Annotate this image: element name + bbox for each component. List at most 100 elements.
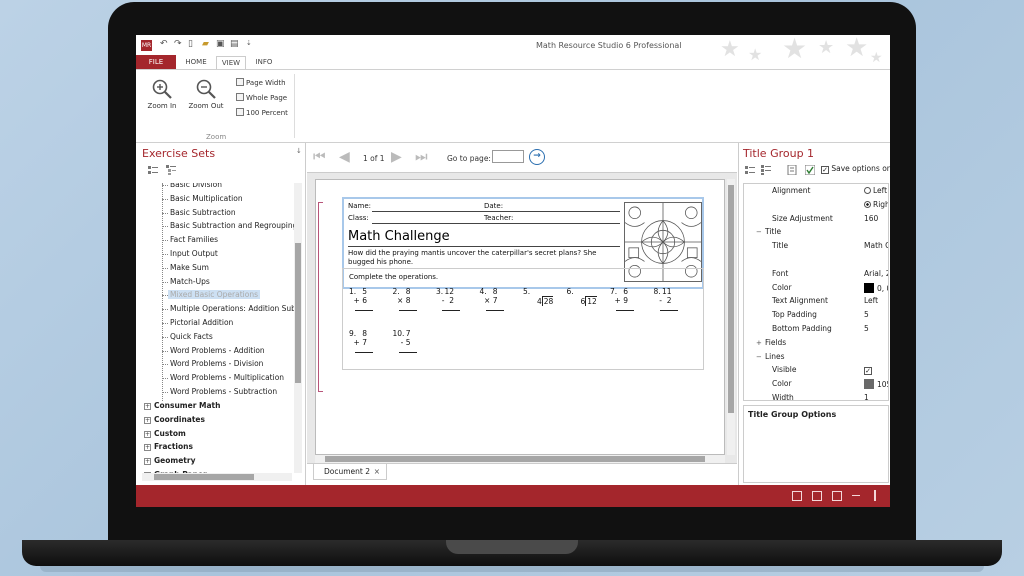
- tree-item[interactable]: Word Problems - Subtraction: [170, 387, 277, 396]
- tree-category[interactable]: + Consumer Math: [144, 401, 220, 410]
- goto-page-input[interactable]: [492, 150, 524, 163]
- last-page-icon[interactable]: ⏭: [415, 149, 428, 165]
- redo-icon[interactable]: ↷: [174, 39, 182, 49]
- property-value[interactable]: Left: [864, 296, 878, 305]
- property-value[interactable]: 5: [864, 310, 869, 319]
- collapse-all-icon[interactable]: [166, 165, 176, 175]
- exercise-tree-hscrollbar[interactable]: [142, 473, 292, 481]
- tree-item[interactable]: Word Problems - Addition: [170, 346, 265, 355]
- apply-icon[interactable]: [805, 165, 815, 175]
- tree-item[interactable]: Word Problems - Division: [170, 359, 263, 368]
- tree-item[interactable]: Quick Facts: [170, 332, 213, 341]
- alphabetical-icon[interactable]: [761, 165, 771, 175]
- math-problem: 1. 5 + 6: [349, 287, 389, 317]
- property-value[interactable]: 5: [864, 324, 869, 333]
- expand-icon[interactable]: +: [144, 444, 151, 452]
- new-icon[interactable]: ▯: [188, 39, 193, 49]
- tree-category[interactable]: + Geometry: [144, 456, 195, 466]
- section-toggle-icon[interactable]: −: [756, 228, 763, 236]
- save-options-check[interactable]: ✓: [821, 166, 829, 174]
- view-layout-icon[interactable]: [812, 491, 822, 501]
- categorized-icon[interactable]: [745, 165, 755, 175]
- scrollbar-thumb[interactable]: [295, 243, 301, 383]
- problem-top-operand: 7: [405, 329, 411, 338]
- zoom-out-button[interactable]: Zoom Out: [186, 78, 226, 110]
- radio-button[interactable]: [864, 200, 871, 208]
- previous-page-icon[interactable]: ◀: [339, 149, 350, 165]
- first-page-icon[interactable]: ⏮: [313, 149, 326, 165]
- section-toggle-icon[interactable]: −: [756, 353, 763, 361]
- preview-hscrollbar[interactable]: [315, 455, 725, 463]
- property-value[interactable]: Left: [864, 186, 887, 195]
- zoom-slider-handle[interactable]: [874, 490, 876, 501]
- tree-item[interactable]: Input Output: [170, 249, 218, 258]
- tree-item[interactable]: Multiple Operations: Addition Subtractio…: [170, 304, 294, 313]
- next-page-icon[interactable]: ▶: [391, 149, 402, 165]
- property-value[interactable]: 0, 0, 0: [864, 282, 888, 293]
- property-section[interactable]: − Lines: [756, 352, 785, 361]
- problems-section[interactable]: Complete the operations. 1. 5 + 6 2. 8 × 8 3. 1…: [342, 268, 704, 370]
- preview-hscrollbar-thumb[interactable]: [325, 456, 705, 462]
- expand-all-icon[interactable]: [148, 165, 158, 175]
- tree-item[interactable]: Match-Ups: [170, 277, 210, 286]
- preview-scrollbar-thumb[interactable]: [728, 185, 734, 413]
- property-value[interactable]: Arial, 20pt: [864, 269, 888, 278]
- hscrollbar-thumb[interactable]: [154, 474, 254, 480]
- property-value[interactable]: Right: [864, 200, 888, 209]
- visible-checkbox[interactable]: ✓: [864, 367, 872, 376]
- property-value[interactable]: ✓: [864, 365, 872, 376]
- property-value[interactable]: 1: [864, 393, 869, 400]
- whole-page-button[interactable]: Whole Page: [236, 93, 287, 102]
- document-tab[interactable]: Document 2 ×: [313, 464, 387, 480]
- tree-category[interactable]: + Coordinates: [144, 415, 205, 424]
- save-icon[interactable]: ▣: [216, 39, 225, 49]
- property-section[interactable]: − Title: [756, 227, 781, 236]
- tab-file[interactable]: FILE: [136, 55, 176, 69]
- save-as-icon[interactable]: ▤: [230, 39, 239, 49]
- property-value[interactable]: 160: [864, 214, 878, 223]
- undo-icon[interactable]: ↶: [160, 39, 168, 49]
- tree-item[interactable]: Make Sum: [170, 263, 209, 272]
- tree-guide-line: [162, 183, 163, 401]
- hundred-percent-button[interactable]: 100 Percent: [236, 108, 288, 117]
- color-swatch[interactable]: [864, 379, 874, 390]
- tree-item[interactable]: Basic Subtraction and Regrouping: [170, 221, 294, 230]
- section-toggle-icon[interactable]: +: [756, 339, 763, 347]
- open-icon[interactable]: ▰: [202, 39, 209, 49]
- tree-item[interactable]: Word Problems - Multiplication: [170, 373, 284, 382]
- view-normal-icon[interactable]: [792, 491, 802, 501]
- tree-item[interactable]: Basic Division: [170, 183, 222, 189]
- tab-view[interactable]: VIEW: [216, 56, 246, 69]
- save-options-checkbox[interactable]: ✓ Save options on: [821, 164, 890, 174]
- goto-page-button[interactable]: →: [529, 149, 545, 165]
- tree-category[interactable]: + Custom: [144, 429, 186, 438]
- expand-icon[interactable]: +: [144, 430, 151, 438]
- tab-info[interactable]: INFO: [252, 56, 276, 69]
- color-swatch[interactable]: [864, 282, 874, 293]
- page-width-button[interactable]: Page Width: [236, 78, 286, 87]
- customize-icon[interactable]: ⇣: [246, 39, 252, 47]
- property-pages-icon[interactable]: [787, 165, 797, 175]
- expand-icon[interactable]: +: [144, 458, 151, 466]
- property-section[interactable]: + Fields: [756, 338, 786, 347]
- preview-scrollbar[interactable]: [727, 179, 735, 455]
- expand-icon[interactable]: +: [144, 403, 151, 410]
- tree-item[interactable]: Basic Subtraction: [170, 208, 236, 217]
- close-icon[interactable]: ×: [374, 464, 380, 479]
- view-print-icon[interactable]: [832, 491, 842, 501]
- zoom-in-button[interactable]: Zoom In: [144, 78, 180, 110]
- tree-item[interactable]: Basic Multiplication: [170, 194, 243, 203]
- tree-category[interactable]: + Fractions: [144, 442, 193, 452]
- exercise-tree-scrollbar[interactable]: [294, 183, 302, 473]
- tree-item[interactable]: Pictorial Addition: [170, 318, 233, 327]
- tab-home[interactable]: HOME: [182, 56, 210, 69]
- pin-icon[interactable]: ↓: [296, 147, 302, 155]
- zoom-minus-icon[interactable]: [852, 495, 860, 496]
- tree-item[interactable]: Fact Families: [170, 235, 218, 244]
- property-value[interactable]: 105, 105, 105: [864, 379, 888, 390]
- radio-button[interactable]: [864, 187, 871, 194]
- tree-item[interactable]: Mixed Basic Operations: [168, 290, 260, 300]
- app-icon[interactable]: MR: [141, 40, 152, 51]
- property-value[interactable]: Math Challenge: [864, 241, 888, 250]
- expand-icon[interactable]: +: [144, 416, 151, 424]
